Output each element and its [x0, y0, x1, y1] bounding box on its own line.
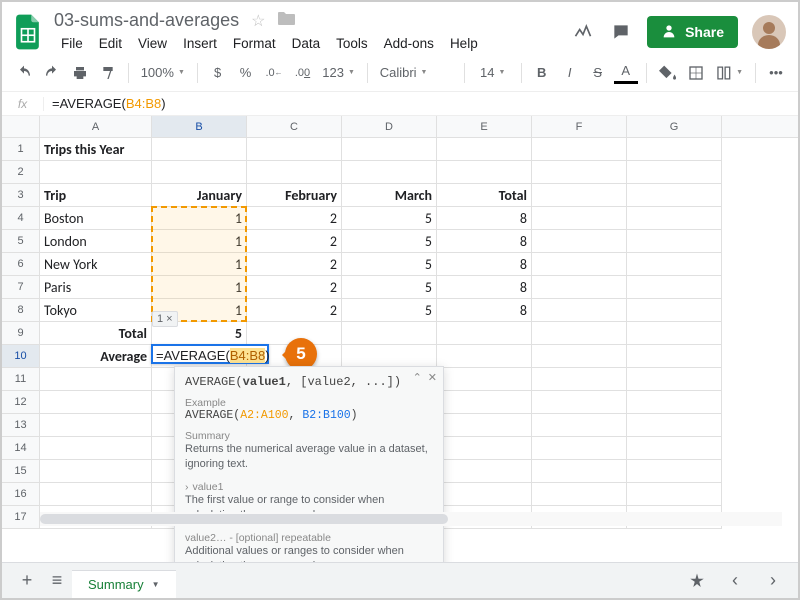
borders-icon[interactable] — [684, 60, 708, 86]
fill-color-icon[interactable] — [655, 60, 681, 86]
italic-button[interactable]: I — [558, 60, 582, 86]
formula-help-popup: ⌃ ✕ AVERAGE(value1, [value2, ...]) Examp… — [174, 366, 444, 562]
share-label: Share — [685, 24, 724, 40]
menu-edit[interactable]: Edit — [92, 33, 129, 54]
paint-format-icon[interactable] — [96, 60, 120, 86]
doc-title-row: 03-sums-and-averages ☆ — [54, 10, 571, 31]
text-color-button[interactable]: A — [614, 62, 638, 84]
spreadsheet-grid[interactable]: A B C D E F G 1Trips this Year 2 3TripJa… — [2, 116, 798, 562]
share-button[interactable]: Share — [647, 16, 738, 48]
strike-button[interactable]: S — [586, 60, 610, 86]
number-format-select[interactable]: 123 — [319, 60, 359, 86]
title-area: 03-sums-and-averages ☆ File Edit View In… — [54, 10, 571, 54]
font-size-select[interactable]: 14 — [473, 60, 513, 86]
star-icon[interactable]: ☆ — [251, 11, 265, 31]
cell-A3[interactable]: Trip — [40, 184, 152, 207]
menu-file[interactable]: File — [54, 33, 90, 54]
help-summary: Returns the numerical average value in a… — [185, 442, 433, 473]
row-header-7[interactable]: 7 — [2, 276, 40, 299]
fx-label: fx — [2, 97, 44, 111]
move-folder-icon[interactable] — [277, 11, 295, 30]
menu-data[interactable]: Data — [285, 33, 328, 54]
col-header-C[interactable]: C — [247, 116, 342, 137]
menu-insert[interactable]: Insert — [176, 33, 224, 54]
percent-button[interactable]: % — [234, 60, 258, 86]
more-tools-button[interactable]: ••• — [764, 60, 788, 86]
menu-tools[interactable]: Tools — [329, 33, 375, 54]
col-header-G[interactable]: G — [627, 116, 722, 137]
toolbar: 100% $ % .0← .00 123 Calibri 14 B I S A … — [2, 54, 798, 92]
sheet-tab-summary[interactable]: Summary — [72, 570, 176, 598]
col-header-F[interactable]: F — [532, 116, 627, 137]
comments-icon[interactable] — [609, 20, 633, 44]
row-header-6[interactable]: 6 — [2, 253, 40, 276]
row-header-1[interactable]: 1 — [2, 138, 40, 161]
col-header-E[interactable]: E — [437, 116, 532, 137]
redo-icon[interactable] — [40, 60, 64, 86]
help-signature: AVERAGE(value1, [value2, ...]) — [185, 375, 433, 389]
row-header-10[interactable]: 10 — [2, 345, 40, 368]
help-value2: Additional values or ranges to consider … — [185, 544, 433, 562]
bold-button[interactable]: B — [530, 60, 554, 86]
select-all-corner[interactable] — [2, 116, 40, 137]
currency-button[interactable]: $ — [206, 60, 230, 86]
sheets-logo-icon[interactable] — [12, 11, 44, 53]
explore-icon[interactable] — [682, 567, 712, 595]
formula-input[interactable]: =AVERAGE(B4:B8) — [44, 96, 798, 111]
title-right: Share — [571, 15, 786, 49]
help-example: AVERAGE(A2:A100, B2:B100) — [185, 409, 433, 422]
menu-help[interactable]: Help — [443, 33, 485, 54]
scroll-left-icon[interactable]: ‹ — [720, 567, 750, 595]
increase-decimal-button[interactable]: .00 — [291, 60, 315, 86]
scroll-right-icon[interactable]: › — [758, 567, 788, 595]
row-header-5[interactable]: 5 — [2, 230, 40, 253]
font-select[interactable]: Calibri — [376, 60, 456, 86]
row-header-8[interactable]: 8 — [2, 299, 40, 322]
sheet-tabbar: + ≡ Summary ‹ › — [2, 562, 798, 598]
all-sheets-button[interactable]: ≡ — [42, 567, 72, 595]
col-header-B[interactable]: B — [152, 116, 247, 137]
help-collapse-icon[interactable]: ⌃ — [413, 371, 422, 384]
row-header-9[interactable]: 9 — [2, 322, 40, 345]
zoom-select[interactable]: 100% — [137, 60, 189, 86]
activity-icon[interactable] — [571, 20, 595, 44]
active-cell-editor[interactable]: =AVERAGE(B4:B8) — [151, 344, 269, 364]
merge-icon[interactable] — [712, 60, 747, 86]
formula-result-chip[interactable]: 1 × — [152, 311, 178, 327]
account-avatar[interactable] — [752, 15, 786, 49]
row-header-3[interactable]: 3 — [2, 184, 40, 207]
help-close-icon[interactable]: ✕ — [428, 371, 437, 384]
doc-title[interactable]: 03-sums-and-averages — [54, 10, 239, 31]
add-sheet-button[interactable]: + — [12, 567, 42, 595]
menu-addons[interactable]: Add-ons — [377, 33, 441, 54]
col-header-D[interactable]: D — [342, 116, 437, 137]
menubar: File Edit View Insert Format Data Tools … — [54, 33, 571, 54]
print-icon[interactable] — [68, 60, 92, 86]
titlebar: 03-sums-and-averages ☆ File Edit View In… — [2, 2, 798, 54]
column-headers: A B C D E F G — [2, 116, 798, 138]
cell-A1[interactable]: Trips this Year — [40, 138, 152, 161]
undo-icon[interactable] — [12, 60, 36, 86]
horizontal-scrollbar[interactable] — [40, 512, 782, 526]
row-header-4[interactable]: 4 — [2, 207, 40, 230]
decrease-decimal-button[interactable]: .0← — [262, 60, 287, 86]
menu-view[interactable]: View — [131, 33, 174, 54]
menu-format[interactable]: Format — [226, 33, 283, 54]
row-header-2[interactable]: 2 — [2, 161, 40, 184]
col-header-A[interactable]: A — [40, 116, 152, 137]
formula-bar: fx =AVERAGE(B4:B8) — [2, 92, 798, 116]
